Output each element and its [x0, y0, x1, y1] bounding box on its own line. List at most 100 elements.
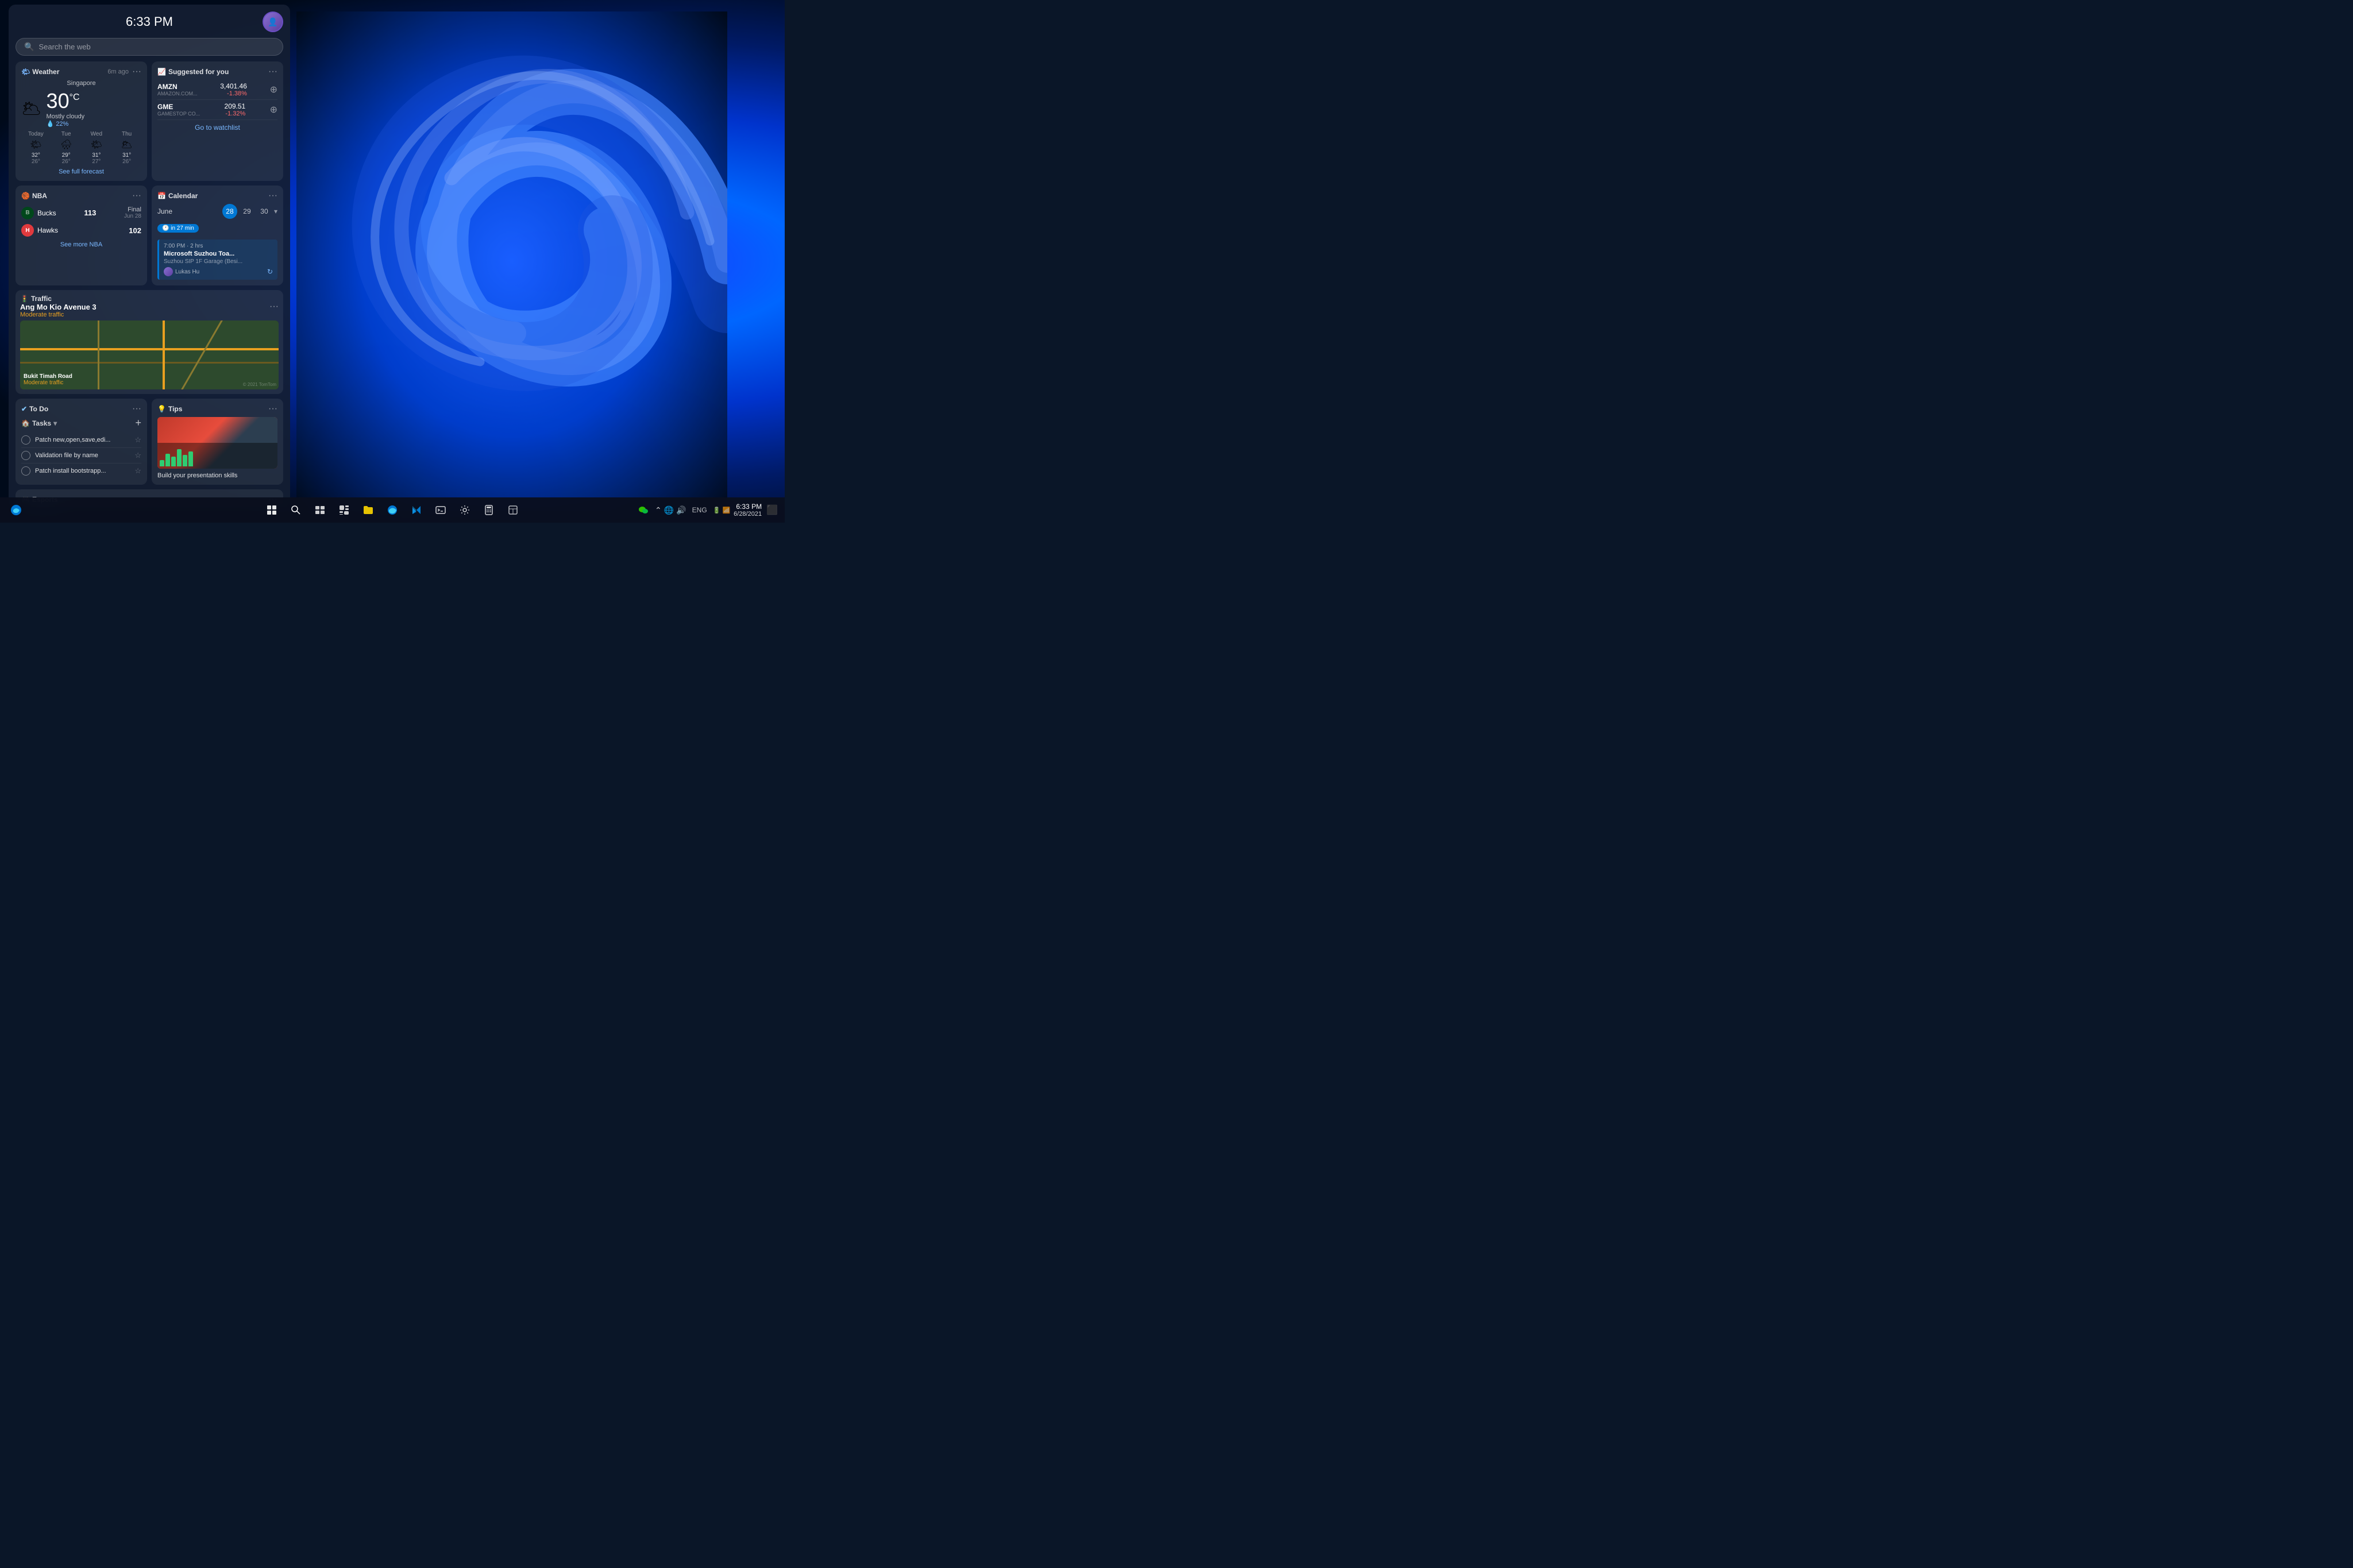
stock-amzn-change: -1.38% — [220, 90, 247, 97]
systray-network[interactable]: 🌐 — [664, 505, 674, 515]
tips-title: 💡 Tips — [157, 405, 182, 413]
cal-day-30[interactable]: 30 — [257, 204, 272, 219]
calendar-more-button[interactable]: ··· — [268, 191, 277, 200]
weather-icon: 🌤 — [21, 68, 30, 76]
taskbar-time-date[interactable]: 6:33 PM 6/28/2021 — [734, 503, 762, 517]
taskbar-terminal-icon[interactable] — [430, 500, 451, 520]
taskbar-time: 6:33 PM — [734, 503, 762, 511]
taskbar-files-button[interactable] — [358, 500, 379, 520]
nba-more-button[interactable]: ··· — [132, 191, 141, 200]
stock-gme-name: GAMESTOP CO... — [157, 111, 200, 117]
cal-day-29[interactable]: 29 — [240, 204, 254, 219]
task-0-checkbox[interactable] — [21, 435, 30, 445]
task-item-2: Patch install bootstrapp... ☆ — [21, 464, 141, 478]
todo-title: ✔ To Do — [21, 405, 48, 413]
hawks-score: 102 — [129, 226, 141, 235]
taskbar-right: ⌃ 🌐 🔊 ENG 🔋 📶 6:33 PM 6/28/2021 ⬛ — [635, 502, 779, 518]
nba-game-status: Final Jun 28 — [124, 206, 141, 219]
task-1-text: Validation file by name — [35, 452, 98, 459]
weather-forecast: Today 🌤 32° 26° Tue 🌧 29° 26° Wed 🌤 31° … — [21, 131, 141, 165]
task-2-star[interactable]: ☆ — [134, 466, 141, 476]
calendar-event-badge: 🕐 in 27 min — [157, 224, 199, 233]
tasks-add-button[interactable]: + — [135, 417, 141, 429]
notification-button[interactable]: ⬛ — [765, 504, 779, 516]
stock-amzn-add-button[interactable]: ⊕ — [270, 84, 277, 95]
tips-thumb-bg — [157, 417, 277, 469]
taskbar-edge-center-icon[interactable] — [382, 500, 403, 520]
weather-widget: 🌤 Weather 6m ago ··· Singapore 🌥 30 °C M… — [16, 61, 147, 181]
stocks-more-button[interactable]: ··· — [268, 67, 277, 76]
todo-more-button[interactable]: ··· — [132, 404, 141, 414]
task-1-star[interactable]: ☆ — [134, 451, 141, 460]
taskbar-taskview-button[interactable] — [310, 500, 330, 520]
system-tray: ⌃ 🌐 🔊 — [655, 505, 686, 515]
bucks-score: 113 — [84, 208, 96, 217]
stock-amzn-ticker: AMZN — [157, 83, 198, 91]
weather-header: 🌤 Weather 6m ago ··· — [21, 67, 141, 76]
weather-more-button[interactable]: ··· — [132, 67, 141, 76]
tips-thumbnail — [157, 417, 277, 469]
taskbar-edge-icon[interactable] — [6, 500, 26, 520]
calendar-host-name: Lukas Hu — [175, 269, 199, 275]
todo-icon: ✔ — [21, 405, 27, 413]
user-avatar[interactable]: 👤 — [263, 11, 283, 32]
see-full-forecast-link[interactable]: See full forecast — [21, 168, 141, 175]
calendar-event-host: Lukas Hu ↻ — [164, 267, 273, 276]
go-to-watchlist-link[interactable]: Go to watchlist — [157, 120, 277, 135]
tasks-chevron[interactable]: ▾ — [53, 419, 57, 427]
stocks-widget: 📈 Suggested for you ··· AMZN AMAZON.COM.… — [152, 61, 283, 181]
taskbar-app2-icon[interactable] — [503, 500, 523, 520]
stock-gme-change: -1.32% — [225, 110, 246, 117]
calendar-chevron-down[interactable]: ▾ — [274, 207, 277, 215]
search-bar[interactable]: 🔍 Search the web — [16, 38, 283, 56]
calendar-refresh-button[interactable]: ↻ — [267, 268, 273, 276]
weather-cloud-icon: 🌥 — [21, 99, 42, 118]
stock-gme-add-button[interactable]: ⊕ — [270, 104, 277, 115]
cal-day-28[interactable]: 28 — [222, 204, 237, 219]
task-2-text: Patch install bootstrapp... — [35, 468, 106, 474]
forecast-tue: Tue 🌧 29° 26° — [52, 131, 81, 165]
taskbar-settings-icon[interactable] — [454, 500, 475, 520]
nba-game-row2: H Hawks 102 — [21, 222, 141, 239]
traffic-main-status: Moderate traffic — [20, 311, 97, 318]
calendar-days: 28 29 30 ▾ — [222, 204, 277, 219]
calendar-event[interactable]: 7:00 PM · 2 hrs Microsoft Suzhou Toa... … — [157, 240, 277, 280]
hawks-name: Hawks — [37, 226, 58, 234]
systray-battery-wifi[interactable]: 🔋 📶 — [713, 507, 730, 514]
traffic-main-road: Ang Mo Kio Avenue 3 — [20, 303, 97, 311]
bar-5 — [183, 455, 187, 466]
weather-title: 🌤 Weather — [21, 68, 59, 76]
bar-4 — [177, 449, 182, 466]
tips-chart — [157, 443, 277, 469]
task-0-star[interactable]: ☆ — [134, 435, 141, 445]
systray-wechat-icon[interactable] — [635, 502, 651, 518]
taskbar-vscode-icon[interactable] — [406, 500, 427, 520]
calendar-host-avatar — [164, 267, 173, 276]
tips-widget: 💡 Tips ··· — [152, 399, 283, 485]
systray-arrow[interactable]: ⌃ — [655, 505, 662, 515]
calendar-icon: 📅 — [157, 192, 166, 200]
see-more-nba-link[interactable]: See more NBA — [21, 241, 141, 248]
taskbar-widgets-button[interactable] — [334, 500, 354, 520]
systray-volume[interactable]: 🔊 — [676, 505, 686, 515]
nba-header: 🏀 NBA ··· — [21, 191, 141, 200]
task-1-checkbox[interactable] — [21, 451, 30, 460]
taskbar-calculator-icon[interactable] — [479, 500, 499, 520]
traffic-title: 🚦 Traffic — [20, 295, 97, 303]
calendar-title: 📅 Calendar — [157, 192, 198, 200]
nba-icon: 🏀 — [21, 192, 30, 200]
stock-amzn-price: 3,401.46 — [220, 82, 247, 90]
traffic-secondary-status: Moderate traffic — [24, 380, 72, 386]
traffic-widget: 🚦 Traffic Ang Mo Kio Avenue 3 Moderate t… — [16, 290, 283, 394]
systray-lang[interactable]: ENG — [690, 506, 709, 514]
start-button[interactable] — [261, 500, 282, 520]
taskbar-date: 6/28/2021 — [734, 511, 762, 517]
taskbar-search-button[interactable] — [286, 500, 306, 520]
traffic-more-button[interactable]: ··· — [269, 302, 279, 311]
task-2-checkbox[interactable] — [21, 466, 30, 476]
tips-more-button[interactable]: ··· — [268, 404, 277, 414]
weather-time: 6m ago — [107, 68, 129, 75]
forecast-thu: Thu 🌥 31° 26° — [112, 131, 141, 165]
calendar-event-location: Suzhou SIP 1F Garage (Besi... — [164, 258, 273, 265]
tips-description: Build your presentation skills — [157, 472, 237, 479]
